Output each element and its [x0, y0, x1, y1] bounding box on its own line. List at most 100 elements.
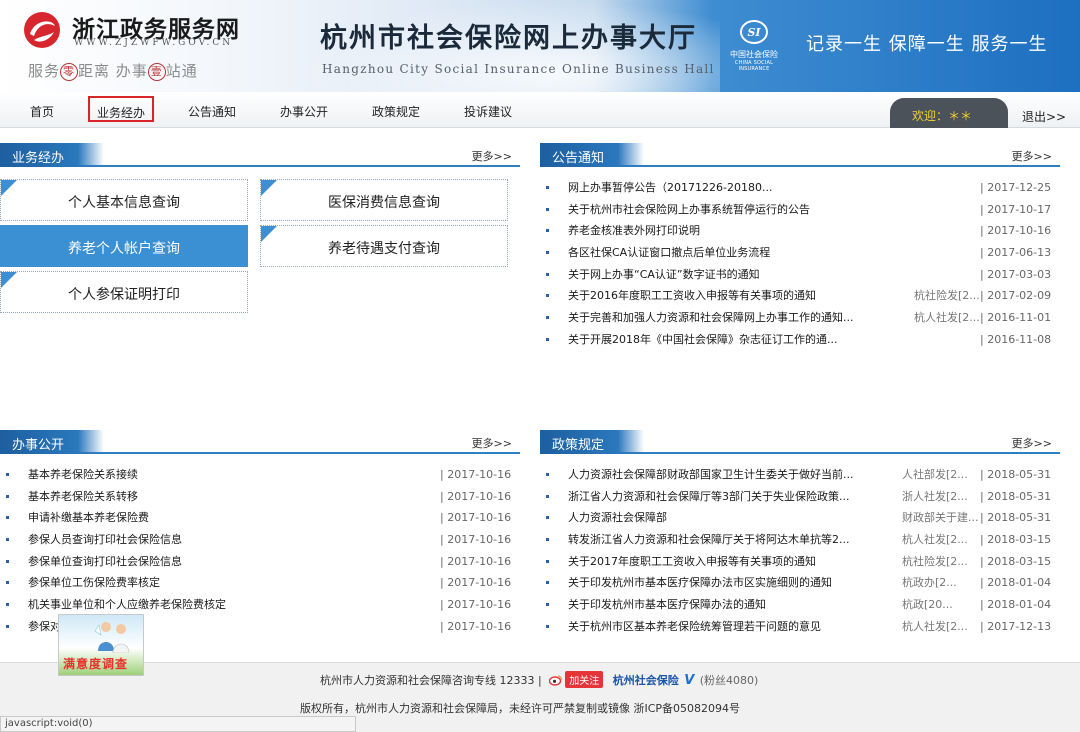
list-item[interactable]: 机关事业单位和个人应缴养老保险费核定 | 2017-10-16	[6, 594, 520, 616]
list-item-source: 杭政[20...	[902, 598, 953, 612]
list-item-title[interactable]: 各区社保CA认证窗口撤点后单位业务流程	[568, 242, 770, 263]
tile-medical-consumption-query[interactable]: 医保消费信息查询	[260, 179, 508, 221]
tile-personal-info-query[interactable]: 个人基本信息查询	[0, 179, 248, 221]
list-item-title[interactable]: 人力资源社会保障部	[568, 507, 667, 528]
tile-label: 养老个人帐户查询	[68, 241, 180, 257]
tile-pension-account-query[interactable]: 养老个人帐户查询	[0, 225, 248, 267]
list-item[interactable]: 人力资源社会保障部 财政部关于建... | 2018-05-31	[546, 507, 1060, 529]
policies-more-link[interactable]: 更多>>	[1012, 435, 1052, 451]
list-item[interactable]: 浙江省人力资源和社会保障厅等3部门关于失业保险政策... 浙人社发[2... | 2…	[546, 486, 1060, 508]
list-item-title[interactable]: 基本养老保险关系接续	[28, 464, 138, 485]
list-item-title[interactable]: 关于2016年度职工工资收入申报等有关事项的通知	[568, 285, 816, 306]
nav-notices[interactable]: 公告通知	[188, 103, 236, 120]
list-item[interactable]: 关于2017年度职工工资收入申报等有关事项的通知 杭社险发[2... | 2018-…	[546, 551, 1060, 573]
list-item[interactable]: 养老金核准表外网打印说明 | 2017-10-16	[546, 220, 1060, 242]
weibo-follow-button[interactable]: 加关注	[565, 671, 604, 688]
survey-label: 满意度调查	[63, 657, 129, 671]
list-item[interactable]: 关于杭州市社会保险网上办事系统暂停运行的公告 | 2017-10-17	[546, 199, 1060, 221]
list-item[interactable]: 参保单位查询打印社会保险信息 | 2017-10-16	[6, 551, 520, 573]
list-item[interactable]: 关于杭州市区基本养老保险统筹管理若干问题的意见 杭人社发[2... | 2017-1…	[546, 616, 1060, 638]
list-item-title[interactable]: 参保单位工伤保险费率核定	[28, 572, 160, 593]
business-panel-title: 业务经办	[0, 143, 105, 167]
tile-pension-payment-query[interactable]: 养老待遇支付查询	[260, 225, 508, 267]
welcome-tab: 欢迎：＊＊	[890, 98, 1008, 128]
list-item[interactable]: 各区社保CA认证窗口撤点后单位业务流程 | 2017-06-13	[546, 242, 1060, 264]
notices-list: 网上办事暂停公告（20171226-20180... | 2017-12-25 关于…	[546, 177, 1060, 351]
list-item-title[interactable]: 参保单位查询打印社会保险信息	[28, 551, 182, 572]
list-item-title[interactable]: 关于杭州市社会保险网上办事系统暂停运行的公告	[568, 199, 810, 220]
list-item-title[interactable]: 浙江省人力资源和社会保障厅等3部门关于失业保险政策...	[568, 486, 850, 507]
list-item-date: | 2017-10-16	[440, 576, 512, 590]
notices-panel-header: 公告通知 更多>>	[540, 143, 1060, 167]
list-item[interactable]: 网上办事暂停公告（20171226-20180... | 2017-12-25	[546, 177, 1060, 199]
list-item[interactable]: 关于完善和加强人力资源和社会保障网上办事工作的通知... 杭人社发[2... | 2…	[546, 307, 1060, 329]
list-item-title[interactable]: 关于印发杭州市基本医疗保障办法市区实施细则的通知	[568, 572, 832, 593]
business-more-link[interactable]: 更多>>	[472, 148, 512, 164]
bullet-icon	[546, 581, 549, 585]
tile-insurance-certificate-print[interactable]: 个人参保证明打印	[0, 271, 248, 313]
list-item-title[interactable]: 关于杭州市区基本养老保险统筹管理若干问题的意见	[568, 616, 821, 637]
list-item[interactable]: 关于开展2018年《中国社会保障》杂志征订工作的通... | 2016-11-08	[546, 329, 1060, 351]
public-affairs-more-link[interactable]: 更多>>	[472, 435, 512, 451]
list-item-title[interactable]: 基本养老保险关系转移	[28, 486, 138, 507]
weibo-account-name[interactable]: 杭州社会保险	[613, 674, 679, 687]
tile-label: 养老待遇支付查询	[328, 241, 440, 257]
site-banner: 浙江政务服务网 WWW.ZJZWFW.GOV.CN 服务零距离 办事壹站通 杭州…	[0, 0, 1080, 92]
list-item-date: | 2018-05-31	[980, 511, 1052, 525]
list-item-title[interactable]: 申请补缴基本养老保险费	[28, 507, 149, 528]
logout-link[interactable]: 退出>>	[1022, 108, 1066, 125]
list-item-title[interactable]: 参保人员查询打印社会保险信息	[28, 529, 182, 550]
list-item-title[interactable]: 转发浙江省人力资源和社会保障厅关于将阿达木单抗等2...	[568, 529, 850, 550]
notices-more-link[interactable]: 更多>>	[1012, 148, 1052, 164]
nav-business[interactable]: 业务经办	[88, 96, 155, 122]
list-item-title[interactable]: 关于开展2018年《中国社会保障》杂志征订工作的通...	[568, 329, 837, 350]
nav-complaints[interactable]: 投诉建议	[464, 103, 512, 120]
nav-policies[interactable]: 政策规定	[372, 103, 420, 120]
browser-status-bar: javascript:void(0)	[0, 716, 356, 732]
list-item-title[interactable]: 关于网上办事“CA认证”数字证书的通知	[568, 264, 760, 285]
list-item-date: | 2017-10-16	[440, 598, 512, 612]
bullet-icon	[6, 494, 9, 498]
weibo-icon[interactable]	[549, 674, 563, 686]
list-item[interactable]: 关于2016年度职工工资收入申报等有关事项的通知 杭社险发[2... | 2017-…	[546, 285, 1060, 307]
list-item[interactable]: 关于印发杭州市基本医疗保障办法的通知 杭政[20... | 2018-01-04	[546, 594, 1060, 616]
list-item[interactable]: 申请补缴基本养老保险费 | 2017-10-16	[6, 507, 520, 529]
bullet-icon	[546, 272, 549, 276]
policies-list: 人力资源社会保障部财政部国家卫生计生委关于做好当前... 人社部发[2... | 2…	[546, 464, 1060, 638]
list-item-source: 杭人社发[2...	[902, 533, 968, 547]
zjzwfw-logo-icon	[24, 12, 60, 48]
list-item-date: | 2018-05-31	[980, 489, 1052, 503]
list-item[interactable]: 基本养老保险关系转移 | 2017-10-16	[6, 486, 520, 508]
list-item-date: | 2017-12-13	[980, 619, 1052, 633]
bullet-icon	[546, 251, 549, 255]
list-item-title[interactable]: 人力资源社会保障部财政部国家卫生计生委关于做好当前...	[568, 464, 854, 485]
nav-public-affairs[interactable]: 办事公开	[280, 103, 328, 120]
list-item-title[interactable]: 关于2017年度职工工资收入申报等有关事项的通知	[568, 551, 816, 572]
list-item-title[interactable]: 网上办事暂停公告（20171226-20180...	[568, 177, 772, 198]
policies-panel-title: 政策规定	[540, 430, 645, 454]
bullet-icon	[6, 624, 9, 628]
list-item-title[interactable]: 关于印发杭州市基本医疗保障办法的通知	[568, 594, 766, 615]
list-item[interactable]: 关于网上办事“CA认证”数字证书的通知 | 2017-03-03	[546, 264, 1060, 286]
list-item[interactable]: 转发浙江省人力资源和社会保障厅关于将阿达木单抗等2... 杭人社发[2... | 2…	[546, 529, 1060, 551]
list-item[interactable]: 参保人员查询打印社会保险信息 | 2017-10-16	[6, 529, 520, 551]
bullet-icon	[546, 186, 549, 189]
list-item-title[interactable]: 养老金核准表外网打印说明	[568, 220, 700, 241]
list-item[interactable]: 人力资源社会保障部财政部国家卫生计生委关于做好当前... 人社部发[2... | 2…	[546, 464, 1060, 486]
slogan-part: 距离 办事	[78, 62, 148, 80]
list-item-title[interactable]: 关于完善和加强人力资源和社会保障网上办事工作的通知...	[568, 307, 854, 328]
list-item[interactable]: 关于印发杭州市基本医疗保障办法市区实施细则的通知 杭政办[2... | 2018-0…	[546, 572, 1060, 594]
bullet-icon	[546, 624, 549, 628]
nav-home[interactable]: 首页	[30, 103, 54, 120]
bullet-icon	[546, 229, 549, 233]
list-item-date: | 2018-01-04	[980, 576, 1052, 590]
list-item[interactable]: 基本养老保险关系接续 | 2017-10-16	[6, 464, 520, 486]
bullet-icon	[546, 294, 549, 298]
satisfaction-survey-badge[interactable]: 满意度调查	[58, 614, 144, 676]
slogan-circle-one: 壹	[147, 63, 166, 81]
slogan-part: 站通	[165, 62, 198, 80]
list-item-title[interactable]: 机关事业单位和个人应缴养老保险费核定	[28, 594, 226, 615]
social-insurance-emblem-icon: SI	[740, 20, 768, 44]
business-panel: 业务经办 更多>> 个人基本信息查询 医保消费信息查询 养老个人帐户查询 养老待…	[0, 143, 520, 323]
list-item[interactable]: 参保单位工伤保险费率核定 | 2017-10-16	[6, 572, 520, 594]
